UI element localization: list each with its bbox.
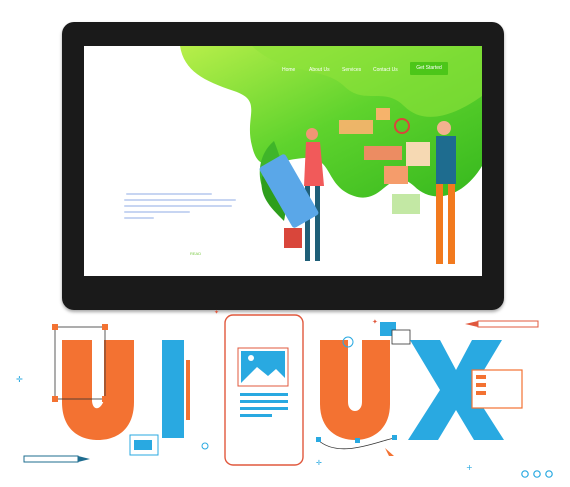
more-dots-icon — [521, 470, 553, 478]
read-more-link[interactable]: READ — [190, 251, 201, 256]
phone-mockup — [224, 314, 304, 466]
hero-text-line — [124, 211, 190, 213]
ux-letter-u — [320, 340, 390, 440]
pencil-icon — [23, 455, 90, 463]
person-icon — [306, 128, 318, 140]
svg-text:+: + — [466, 463, 473, 472]
svg-text:✛: ✛ — [16, 375, 23, 384]
hero-text-line — [126, 193, 212, 195]
ui-ux-artwork: ✛ ✛ + ✦ ✦ — [16, 309, 553, 478]
website-screen: Home About Us Services Contact Us Get St… — [84, 46, 482, 276]
nav-contact[interactable]: Contact Us — [373, 67, 398, 73]
pencil-icon — [465, 320, 539, 328]
hero-text-line — [124, 205, 232, 207]
svg-text:✦: ✦ — [372, 318, 378, 326]
nav-home[interactable]: Home — [282, 67, 295, 73]
green-blob — [180, 46, 482, 264]
hero-text-line — [124, 199, 236, 201]
ui-letter-i — [162, 340, 184, 438]
svg-text:✛: ✛ — [316, 459, 322, 467]
svg-text:✦: ✦ — [214, 309, 219, 316]
hero-text-line — [124, 217, 154, 219]
ui-letter-u — [62, 340, 134, 440]
nav-about[interactable]: About Us — [309, 67, 330, 73]
get-started-button[interactable]: Get Started — [410, 62, 448, 75]
nav-services[interactable]: Services — [342, 67, 361, 73]
